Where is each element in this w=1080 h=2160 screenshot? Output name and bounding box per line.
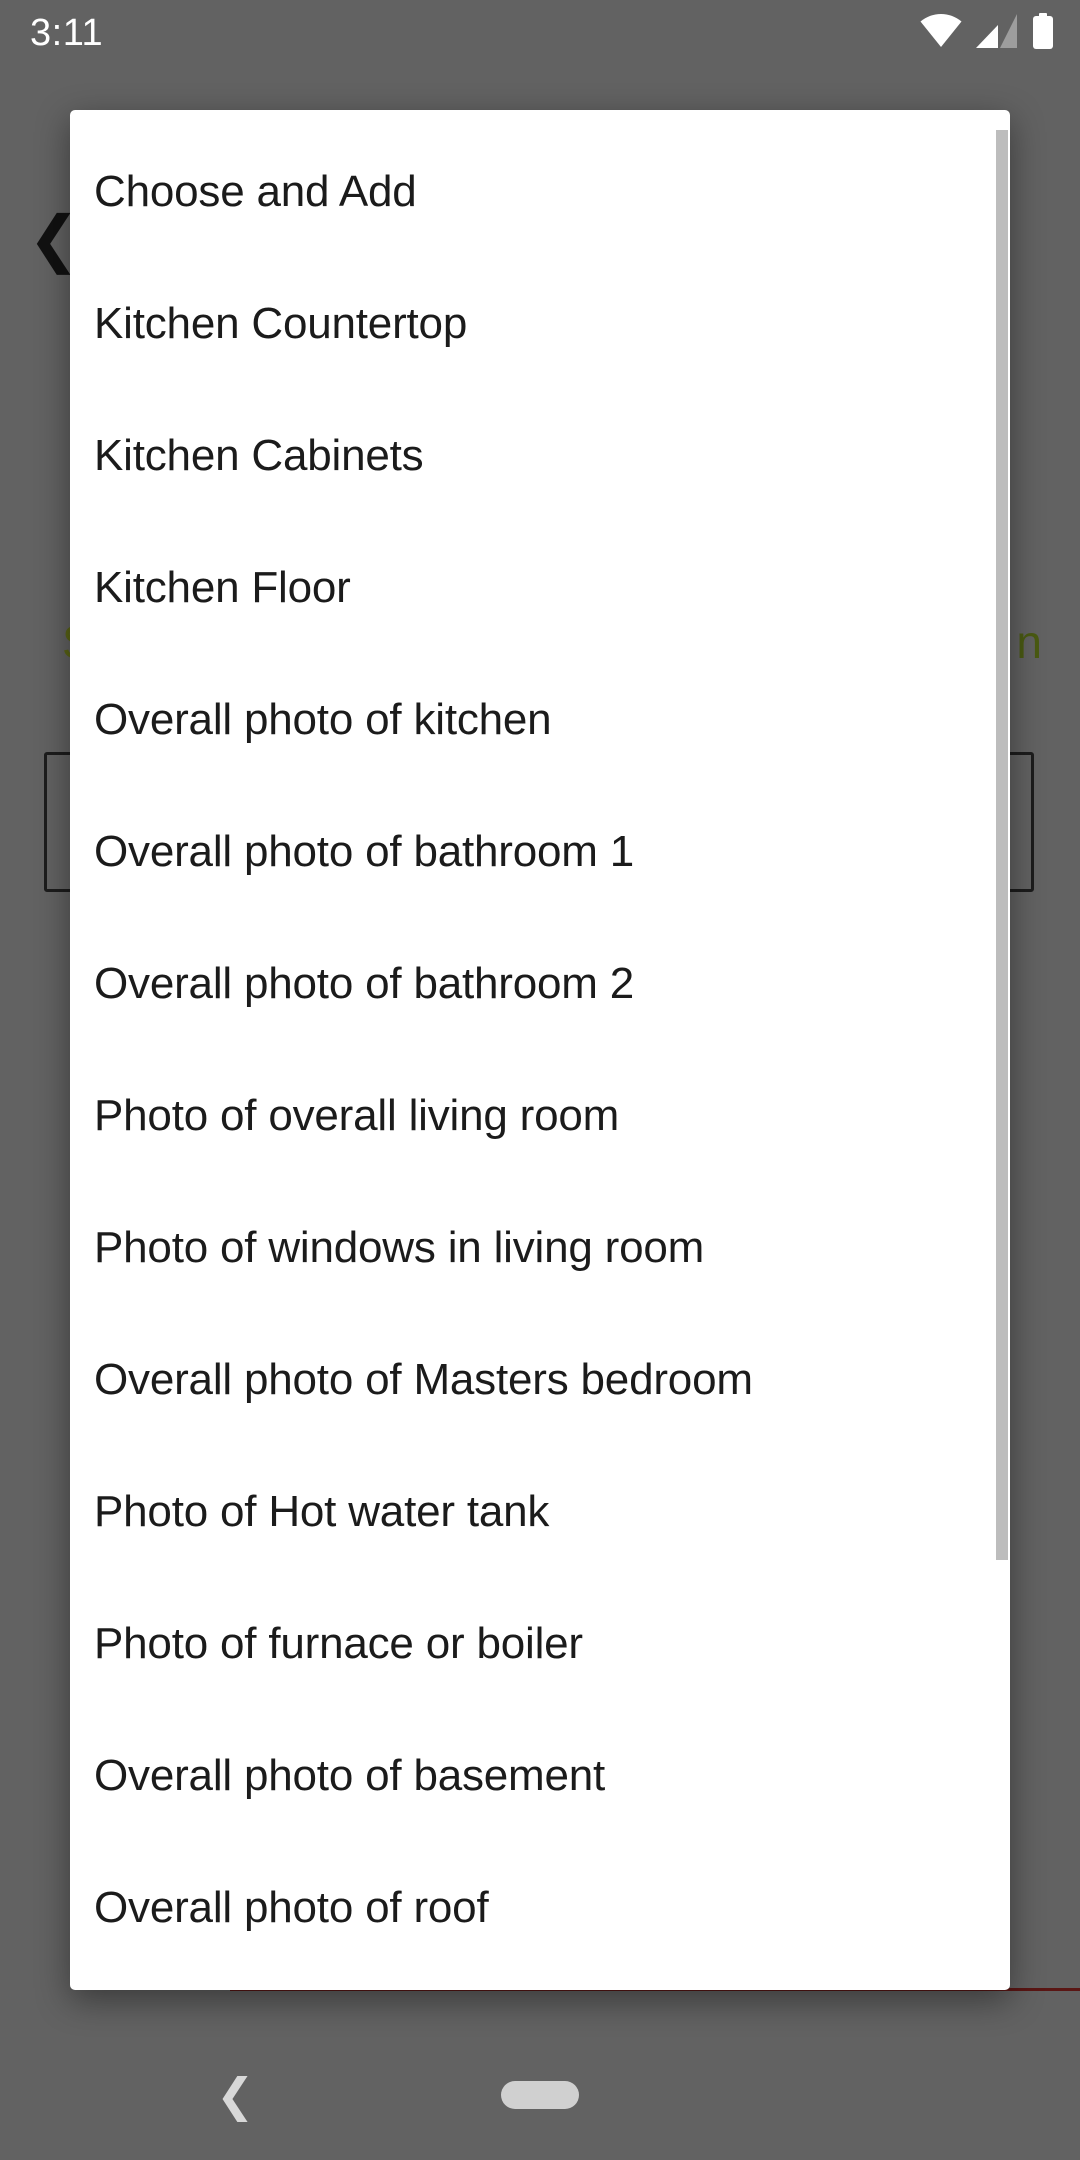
list-item[interactable]: Choose and Add <box>70 126 1010 258</box>
android-navigation-bar: ❮ <box>0 2030 1080 2160</box>
list-item-label: Choose and Add <box>94 167 417 216</box>
list-item-label: Overall photo of bathroom 1 <box>94 827 635 876</box>
list-item[interactable]: Photo of furnace or boiler <box>70 1578 1010 1710</box>
list-item[interactable]: Overall photo of kitchen <box>70 654 1010 786</box>
list-item[interactable]: Overall photo of bathroom 2 <box>70 918 1010 1050</box>
list-item[interactable]: Kitchen Cabinets <box>70 390 1010 522</box>
list-item-label: Photo of overall living room <box>94 1091 620 1140</box>
list-item[interactable]: Kitchen Floor <box>70 522 1010 654</box>
list-item-label: Photo of furnace or boiler <box>94 1619 583 1668</box>
list-item-label: Overall photo of roof <box>94 1883 489 1932</box>
list-item[interactable]: Photo of Hot water tank <box>70 1446 1010 1578</box>
list-item[interactable]: Overall photo of Masters bedroom <box>70 1314 1010 1446</box>
list-item-label: Kitchen Countertop <box>94 299 468 348</box>
dialog-scrollbar-thumb[interactable] <box>996 130 1008 1560</box>
choose-and-add-dialog: Choose and Add Kitchen Countertop Kitche… <box>70 110 1010 1990</box>
list-item[interactable]: Overall photo of bathroom 1 <box>70 786 1010 918</box>
list-item[interactable]: Overall photo of roof <box>70 1842 1010 1974</box>
background-back-chevron-icon: ❮ <box>28 205 80 274</box>
dialog-option-list: Choose and Add Kitchen Countertop Kitche… <box>70 110 1010 1974</box>
list-item-label: Photo of Hot water tank <box>94 1487 550 1536</box>
list-item-label: Kitchen Floor <box>94 563 351 612</box>
list-item-label: Kitchen Cabinets <box>94 431 424 480</box>
list-item-label: Overall photo of kitchen <box>94 695 552 744</box>
nav-back-icon[interactable]: ❮ <box>216 2072 255 2118</box>
list-item-label: Overall photo of basement <box>94 1751 606 1800</box>
list-item[interactable]: Photo of windows in living room <box>70 1182 1010 1314</box>
background-title-right-fragment: n <box>1016 616 1042 668</box>
list-item-label: Overall photo of bathroom 2 <box>94 959 635 1008</box>
list-item-label: Overall photo of Masters bedroom <box>94 1355 753 1404</box>
nav-home-pill-icon[interactable] <box>501 2081 579 2109</box>
list-item[interactable]: Photo of overall living room <box>70 1050 1010 1182</box>
list-item[interactable]: Overall photo of basement <box>70 1710 1010 1842</box>
list-item[interactable]: Kitchen Countertop <box>70 258 1010 390</box>
list-item-label: Photo of windows in living room <box>94 1223 705 1272</box>
